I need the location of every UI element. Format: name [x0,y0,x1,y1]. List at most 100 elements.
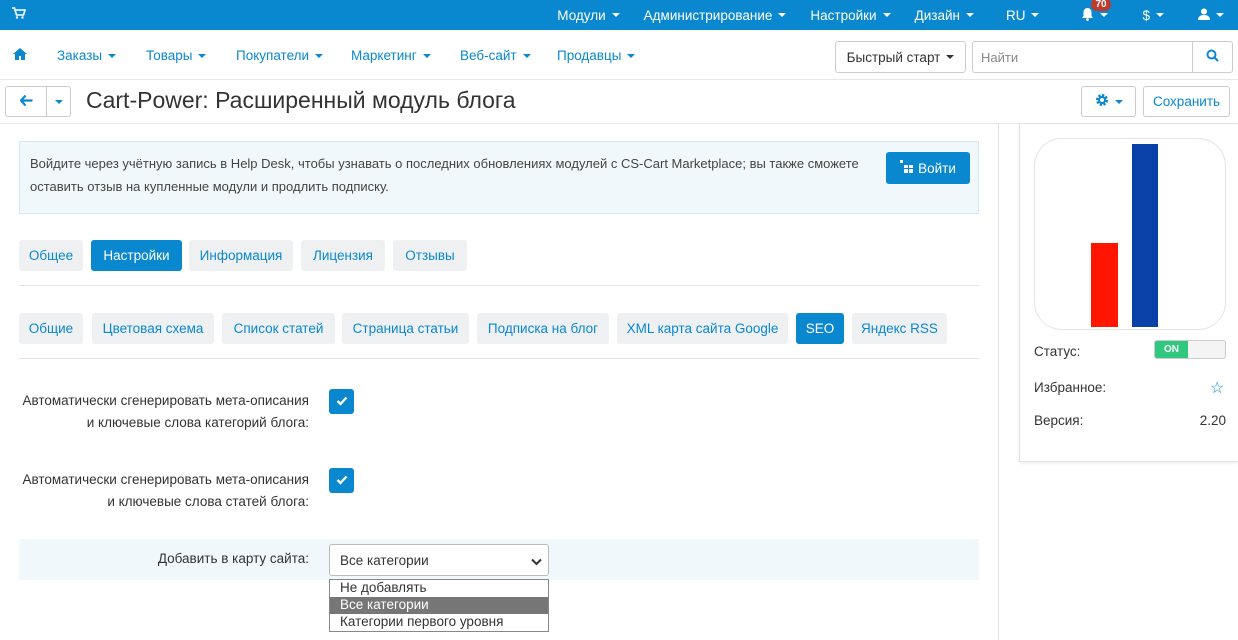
chevron-down-icon [1156,13,1164,17]
sitemap-select[interactable]: Все категории [329,544,549,576]
setting-label-line: и ключевые слова категорий блога: [86,415,309,430]
subtab-general[interactable]: Общие [19,313,83,344]
search-icon [1206,49,1219,65]
sitemap-option[interactable]: Категории первого уровня [330,614,548,631]
chevron-down-icon [1216,13,1224,17]
top-nav-modules[interactable]: Модули [545,0,631,30]
status-label: Статус: [1034,344,1081,359]
nav-products-label: Товары [146,48,193,63]
nav-website-label: Веб-сайт [460,48,517,63]
nav-orders[interactable]: Заказы [57,48,117,63]
setting-category-meta-label: Автоматически сгенерировать мета-описани… [19,390,309,434]
nav-vendors[interactable]: Продавцы [557,48,636,63]
star-icon[interactable]: ☆ [1210,378,1224,398]
logo-red-bar [1091,243,1118,327]
chevron-down-icon [778,13,787,17]
sitemap-option[interactable]: Все категории [330,597,548,614]
back-button[interactable] [5,86,47,117]
setting-label-line: Автоматически сгенерировать мета-описани… [22,472,309,487]
chevron-down-icon [522,53,531,58]
login-button[interactable]: Войти [886,152,970,184]
back-dropdown-button[interactable] [46,86,71,117]
nav-customers[interactable]: Покупатели [236,48,324,63]
search-input[interactable] [972,41,1193,73]
grid-icon [900,160,914,176]
status-toggle[interactable]: ON [1154,340,1226,359]
user-icon [1198,8,1210,23]
tab-information[interactable]: Информация [189,240,293,271]
checkmark-icon [336,394,348,409]
currency-label: $ [1142,7,1150,23]
chevron-down-icon [422,53,431,58]
logo-blue-bar [1132,144,1158,327]
login-label: Войти [918,160,956,176]
divider [998,124,999,640]
chevron-down-icon [611,13,620,17]
nav-customers-label: Покупатели [236,48,310,63]
search-button[interactable] [1192,41,1233,73]
quick-start-button[interactable]: Быстрый старт [835,41,966,73]
nav-marketing-label: Маркетинг [351,48,417,63]
top-nav-design-label: Дизайн [914,7,960,23]
top-nav-settings-label: Настройки [810,7,877,23]
subtab-yandex-rss[interactable]: Яндекс RSS [852,313,947,344]
category-meta-checkbox[interactable] [329,389,354,414]
divider [19,285,979,286]
top-nav-administration[interactable]: Администрирование [632,0,799,30]
nav-vendors-label: Продавцы [557,48,622,63]
chevron-down-icon [315,53,324,58]
status-toggle-on: ON [1155,341,1188,358]
nav-products[interactable]: Товары [146,48,207,63]
nav-orders-label: Заказы [57,48,103,63]
setting-article-meta-label: Автоматически сгенерировать мета-описани… [19,469,309,513]
article-meta-checkbox[interactable] [329,468,354,493]
home-icon[interactable] [13,48,27,63]
top-nav-administration-label: Администрирование [643,7,773,23]
tab-license[interactable]: Лицензия [301,240,385,271]
addon-logo [1034,138,1226,330]
chevron-down-icon [946,55,955,59]
subtab-color-scheme[interactable]: Цветовая схема [92,313,214,344]
subtab-seo[interactable]: SEO [796,313,844,344]
top-nav-design[interactable]: Дизайн [903,0,986,30]
chevron-down-icon [1100,13,1109,17]
notifications-badge: 70 [1091,0,1111,11]
tab-settings[interactable]: Настройки [91,240,182,271]
chevron-down-icon [627,53,636,58]
nav-website[interactable]: Веб-сайт [460,48,531,63]
tab-reviews[interactable]: Отзывы [393,240,467,271]
subtab-google-sitemap[interactable]: XML карта сайта Google [617,313,788,344]
version-value: 2.20 [1199,413,1226,428]
top-bar: Модули Администрирование Настройки Дизай… [0,0,1238,30]
page-title: Cart-Power: Расширенный модуль блога [86,87,516,113]
top-nav-language-label: RU [1005,7,1026,23]
arrow-left-icon [19,94,33,109]
title-bar: Cart-Power: Расширенный модуль блога Сох… [0,80,1238,124]
chevron-down-icon [54,99,63,104]
settings-menu-button[interactable] [1081,86,1136,117]
divider [19,358,979,359]
top-nav-modules-label: Модули [557,7,606,23]
currency-button[interactable]: $ [1124,0,1180,30]
nav-marketing[interactable]: Маркетинг [351,48,431,63]
checkmark-icon [336,473,348,488]
notifications-button[interactable]: 70 [1055,0,1124,30]
sitemap-select-value: Все категории [340,552,429,568]
helpdesk-notice: Войдите через учётную запись в Help Desk… [19,141,979,214]
subtab-article-list[interactable]: Список статей [222,313,335,344]
subtab-blog-subscription[interactable]: Подписка на блог [477,313,609,344]
save-button[interactable]: Сохранить [1143,86,1230,117]
favorite-label: Избранное: [1034,380,1107,395]
chevron-down-icon [882,13,891,17]
cart-icon[interactable] [12,7,27,22]
quick-start-label: Быстрый старт [846,49,941,65]
gear-icon [1095,93,1109,110]
tab-general[interactable]: Общее [19,240,83,271]
sitemap-option[interactable]: Не добавлять [330,580,548,597]
setting-label-line: Автоматически сгенерировать мета-описани… [22,393,309,408]
top-nav-language[interactable]: RU [986,0,1056,30]
user-menu-button[interactable] [1180,0,1238,30]
chevron-down-icon [531,554,542,569]
top-nav-settings[interactable]: Настройки [798,0,902,30]
subtab-article-page[interactable]: Страница статьи [342,313,469,344]
